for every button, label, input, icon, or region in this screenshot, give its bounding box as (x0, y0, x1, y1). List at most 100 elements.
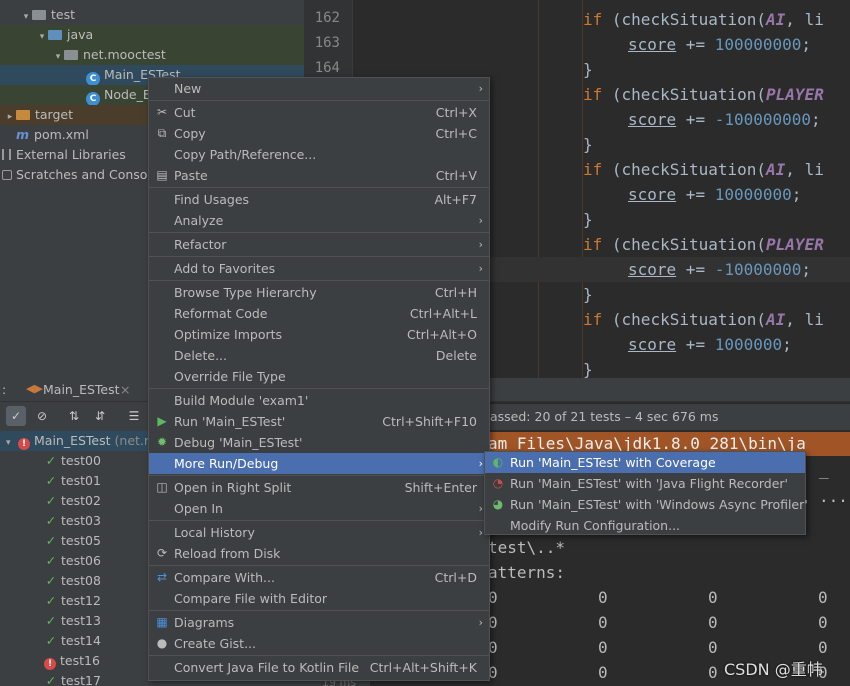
menu-item-override-file-type[interactable]: Override File Type (149, 366, 489, 387)
menu-item-debug-main-estest[interactable]: ✹ Debug 'Main_ESTest' (149, 432, 489, 453)
submenu-item-label: Run 'Main_ESTest' with 'Windows Async Pr… (510, 497, 808, 512)
menu-separator (149, 232, 489, 233)
menu-item-icon: ▶ (157, 414, 167, 428)
sort-alphabetically-button[interactable]: ⇅ (64, 406, 84, 426)
menu-item-label: Add to Favorites (174, 261, 276, 276)
sort-duration-button[interactable]: ⇵ (90, 406, 110, 426)
menu-item-new[interactable]: New › (149, 78, 489, 99)
run-with-coverage-item[interactable]: ◐ Run 'Main_ESTest' with Coverage (485, 452, 805, 473)
code-line: score += 10000000; (628, 185, 802, 204)
menu-separator (149, 100, 489, 101)
menu-item-label: Create Gist... (174, 636, 257, 651)
menu-separator (149, 475, 489, 476)
menu-item-icon: ▦ (156, 615, 168, 629)
test-item-label: test08 (61, 573, 101, 588)
chevron-right-icon: › (478, 457, 483, 470)
error-icon: ! (44, 658, 56, 670)
menu-item-icon: ✂ (156, 105, 168, 119)
console-line: ... (819, 487, 848, 506)
menu-item-label: Convert Java File to Kotlin File (174, 660, 360, 675)
menu-item-icon: ⇄ (156, 570, 168, 584)
code-line: if (checkSituation(AI, li (583, 310, 824, 329)
submenu-item-label: Modify Run Configuration... (510, 518, 681, 533)
line-number: 162 (314, 10, 340, 26)
menu-item-copy-path-reference[interactable]: Copy Path/Reference... (149, 144, 489, 165)
menu-item-shortcut: Alt+F7 (434, 192, 477, 207)
chevron-right-icon: ▸ (7, 112, 13, 122)
menu-item-optimize-imports[interactable]: Optimize Imports Ctrl+Alt+O (149, 324, 489, 345)
menu-item-find-usages[interactable]: Find Usages Alt+F7 (149, 189, 489, 210)
menu-item-paste[interactable]: ▤ Paste Ctrl+V (149, 165, 489, 186)
check-icon: ✓ (45, 633, 57, 648)
console-cell: 0 (708, 638, 718, 657)
menu-item-more-run-debug[interactable]: More Run/Debug › (149, 453, 489, 474)
console-cell: 0 (598, 613, 608, 632)
menu-item-diagrams[interactable]: ▦ Diagrams › (149, 612, 489, 633)
menu-item-browse-type-hierarchy[interactable]: Browse Type Hierarchy Ctrl+H (149, 282, 489, 303)
menu-item-local-history[interactable]: Local History › (149, 522, 489, 543)
coverage-icon: ◐ (492, 455, 504, 469)
show-ignored-button[interactable]: ⊘ (32, 406, 52, 426)
show-passed-button[interactable]: ✓ (6, 406, 26, 426)
modify-run-configuration-item[interactable]: Modify Run Configuration... (485, 515, 805, 536)
menu-item-copy[interactable]: ⧉ Copy Ctrl+C (149, 123, 489, 144)
menu-separator (149, 388, 489, 389)
package-icon (64, 50, 78, 60)
test-item-label: test02 (61, 493, 101, 508)
profiler-icon: ◕ (492, 497, 504, 511)
menu-item-run-main-estest[interactable]: ▶ Run 'Main_ESTest' Ctrl+Shift+F10 (149, 411, 489, 432)
tree-item-package[interactable]: ▾ net.mooctest (0, 45, 304, 65)
chevron-down-icon: ▾ (55, 52, 61, 62)
run-tab-main-estest[interactable]: Main_ESTest (43, 382, 120, 397)
menu-separator (149, 610, 489, 611)
menu-separator (149, 655, 489, 656)
run-with-flight-recorder-item[interactable]: ◔ Run 'Main_ESTest' with 'Java Flight Rec… (485, 473, 805, 494)
tree-item-label: External Libraries (16, 147, 126, 162)
watermark: CSDN @重帏 (724, 660, 823, 679)
tree-item-java[interactable]: ▾ java (0, 25, 304, 45)
test-item-label: test03 (61, 513, 101, 528)
run-with-async-profiler-item[interactable]: ◕ Run 'Main_ESTest' with 'Windows Async P… (485, 494, 808, 515)
test-item-label: test06 (61, 553, 101, 568)
chevron-right-icon: › (478, 502, 483, 515)
code-line: } (583, 210, 593, 229)
menu-item-compare-file-with-editor[interactable]: Compare File with Editor (149, 588, 489, 609)
menu-item-icon: ⧉ (157, 126, 167, 140)
console-line: atterns: (488, 563, 566, 582)
menu-item-compare-with[interactable]: ⇄ Compare With... Ctrl+D (149, 567, 489, 588)
tree-item-label: target (35, 107, 74, 122)
chevron-right-icon: › (478, 262, 483, 275)
tree-item-label: java (67, 27, 94, 42)
menu-item-label: Delete... (174, 348, 227, 363)
menu-item-convert-java-file-to-kotlin-file[interactable]: Convert Java File to Kotlin File Ctrl+Alt… (149, 657, 489, 678)
menu-item-shortcut: Delete (435, 348, 477, 363)
menu-item-label: Open in Right Split (174, 480, 292, 495)
test-item-label: test01 (61, 473, 101, 488)
menu-item-reformat-code[interactable]: Reformat Code Ctrl+Alt+L (149, 303, 489, 324)
menu-item-build-module-exam1[interactable]: Build Module 'exam1' (149, 390, 489, 411)
menu-item-delete[interactable]: Delete... Delete (149, 345, 489, 366)
line-number: 164 (314, 60, 340, 76)
console-cell: 0 (598, 638, 608, 657)
menu-item-analyze[interactable]: Analyze › (149, 210, 489, 231)
menu-item-refactor[interactable]: Refactor › (149, 234, 489, 255)
menu-item-shortcut: Shift+Enter (404, 480, 477, 495)
console-line: _ (819, 460, 829, 479)
menu-item-cut[interactable]: ✂ Cut Ctrl+X (149, 102, 489, 123)
menu-item-label: Copy (174, 126, 206, 141)
menu-item-label: Diagrams (174, 615, 235, 630)
tree-item-test[interactable]: ▾ test (0, 5, 304, 25)
menu-item-reload-from-disk[interactable]: ⟳ Reload from Disk (149, 543, 489, 564)
close-icon[interactable]: × (120, 382, 130, 397)
test-item-label: test14 (61, 633, 101, 648)
menu-item-open-in-right-split[interactable]: ◫ Open in Right Split Shift+Enter (149, 477, 489, 498)
line-number: 163 (314, 35, 340, 51)
console-cell: 0 (598, 588, 608, 607)
menu-item-add-to-favorites[interactable]: Add to Favorites › (149, 258, 489, 279)
folder-icon (32, 10, 46, 20)
menu-item-shortcut: Ctrl+Shift+F10 (382, 414, 477, 429)
menu-separator (149, 520, 489, 521)
menu-item-open-in[interactable]: Open In › (149, 498, 489, 519)
menu-item-create-gist[interactable]: ● Create Gist... (149, 633, 489, 654)
expand-all-button[interactable]: ☰ (124, 406, 144, 426)
